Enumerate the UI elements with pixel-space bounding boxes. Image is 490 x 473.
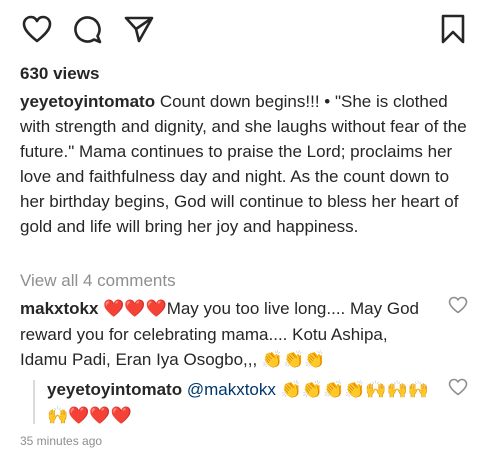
share-button[interactable] — [122, 12, 156, 46]
view-count[interactable]: 630 views — [20, 64, 99, 84]
comment-icon — [74, 16, 102, 44]
like-button[interactable] — [20, 12, 54, 46]
heart-outline-icon — [448, 378, 468, 396]
caption-username[interactable]: yeyetoyintomato — [20, 92, 155, 111]
heart-emoji: ❤️❤️❤️ — [103, 299, 167, 319]
heart-outline-icon — [448, 296, 468, 314]
save-button[interactable] — [436, 12, 470, 46]
comment-username[interactable]: makxtokx — [20, 299, 98, 318]
heart-icon — [22, 15, 52, 43]
share-icon — [124, 16, 154, 43]
comment-item: makxtokx ❤️❤️❤️May you too live long....… — [20, 296, 430, 373]
reply-like-button[interactable] — [448, 378, 468, 398]
view-all-comments-link[interactable]: View all 4 comments — [20, 271, 176, 291]
reply-mention[interactable]: @makxtokx — [187, 380, 276, 399]
comment-like-button[interactable] — [448, 296, 468, 316]
clap-emoji: 👏👏👏 — [261, 350, 326, 370]
reply-thread-line — [33, 380, 35, 424]
bookmark-icon — [441, 14, 465, 44]
post-action-bar — [20, 12, 470, 46]
caption-text: Count down begins!!! • "She is clothed w… — [20, 92, 467, 236]
post-caption: yeyetoyintomato Count down begins!!! • "… — [20, 89, 475, 239]
post-timestamp: 35 minutes ago — [20, 434, 103, 448]
reply-item: yeyetoyintomato @makxtokx 👏👏👏👏🙌🙌🙌🙌❤️❤️❤️ — [47, 377, 432, 429]
comment-button[interactable] — [70, 12, 104, 46]
reply-username[interactable]: yeyetoyintomato — [47, 380, 182, 399]
